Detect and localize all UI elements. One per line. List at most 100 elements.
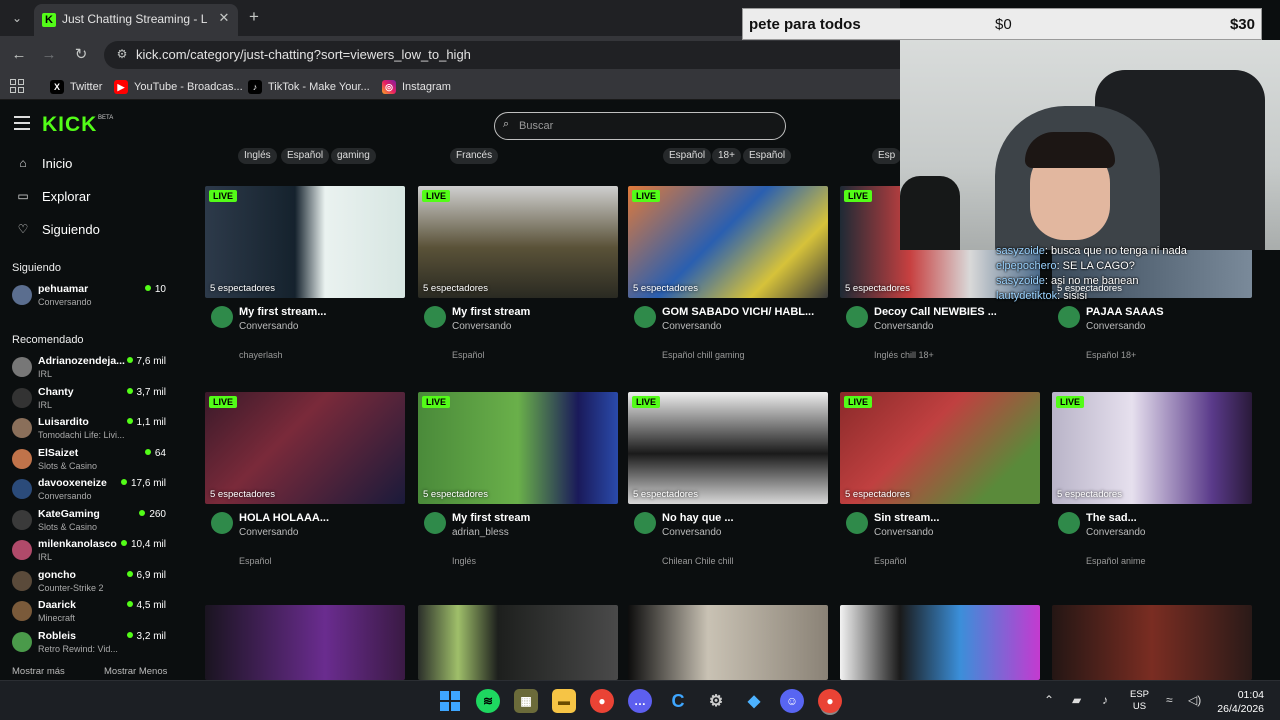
stream-tag[interactable]: Esp — [872, 148, 902, 164]
stream-category[interactable]: Conversando — [662, 527, 721, 538]
stream-title[interactable]: No hay que ... — [662, 512, 822, 524]
nav-explore[interactable]: ▭ Explorar — [16, 185, 90, 207]
stream-card[interactable]: LIVE 5 espectadores The sad... Conversando E… — [1052, 392, 1252, 582]
kick-logo[interactable]: KICK — [42, 113, 97, 137]
stream-thumbnail[interactable]: LIVE 5 espectadores — [418, 186, 618, 298]
avatar[interactable] — [846, 306, 868, 328]
search-input[interactable]: ⌕ Buscar — [494, 112, 786, 140]
stream-tag[interactable]: Español — [663, 148, 712, 164]
stream-card[interactable]: LIVE 5 espectadores My first stream... Conv… — [205, 186, 405, 376]
stream-category[interactable]: Conversando — [1086, 527, 1145, 538]
avatar[interactable] — [634, 306, 656, 328]
close-tab-icon[interactable]: ✕ — [216, 10, 232, 28]
stream-title[interactable]: My first stream — [452, 512, 612, 524]
sidebar-channel[interactable]: Chanty IRL 3,7 mil — [12, 384, 170, 412]
site-info-icon[interactable]: ⚙ — [114, 47, 130, 63]
sidebar-channel[interactable]: pehuamar Conversando 10 — [12, 281, 170, 309]
browser-tab[interactable]: K Just Chatting Streaming - Live S ✕ — [34, 4, 238, 36]
nav-following[interactable]: ♡ Siguiendo — [16, 218, 100, 240]
stream-title[interactable]: My first stream — [452, 306, 612, 318]
avatar[interactable] — [634, 512, 656, 534]
microphone-icon[interactable]: ♪ — [1102, 693, 1108, 707]
sidebar-channel[interactable]: milenkanolasco IRL 10,4 mil — [12, 536, 170, 564]
stream-thumbnail[interactable]: LIVE 5 espectadores — [205, 186, 405, 298]
stream-thumbnail[interactable]: LIVE 5 espectadores — [1052, 392, 1252, 504]
game-launcher-icon[interactable]: ▦ — [514, 689, 538, 713]
stream-thumbnail[interactable] — [205, 605, 405, 680]
stream-title[interactable]: Sin stream... — [874, 512, 1034, 524]
stream-tag[interactable]: Español — [281, 148, 330, 164]
bookmark-youtube[interactable]: ▶ YouTube - Broadcas... — [114, 78, 243, 96]
volume-icon[interactable]: ◁) — [1188, 693, 1201, 707]
stream-card[interactable]: LIVE 5 espectadores Sin stream... Conversan… — [840, 392, 1040, 582]
sidebar-channel[interactable]: ElSaizet Slots & Casino 64 — [12, 445, 170, 473]
stream-thumbnail[interactable] — [418, 605, 618, 680]
sidebar-channel[interactable]: Robleis Retro Rewind: Vid... 3,2 mil — [12, 628, 170, 656]
stream-thumbnail[interactable]: LIVE 5 espectadores — [628, 186, 828, 298]
forward-icon[interactable]: → — [38, 44, 60, 66]
avatar[interactable] — [424, 512, 446, 534]
stream-tag[interactable]: gaming — [331, 148, 376, 164]
stream-title[interactable]: GOM SABADO VICH/ HABL... — [662, 306, 822, 318]
file-explorer-icon[interactable]: ▬ — [552, 689, 576, 713]
sidebar-channel[interactable]: Daarick Minecraft 4,5 mil — [12, 597, 170, 625]
vpn-icon[interactable]: ◆ — [742, 689, 766, 713]
clock[interactable]: 01:04 26/4/2026 — [1212, 688, 1264, 716]
stream-category[interactable]: Conversando — [662, 321, 721, 332]
stream-category[interactable]: Conversando — [874, 321, 933, 332]
tray-overflow-icon[interactable]: ⌃ — [1044, 693, 1054, 707]
chat-app-icon[interactable]: … — [628, 689, 652, 713]
reload-icon[interactable]: ↻ — [70, 44, 92, 66]
stream-card[interactable]: LIVE 5 espectadores My first stream Convers… — [418, 186, 618, 376]
stream-tag[interactable]: Español — [743, 148, 792, 164]
stream-thumbnail[interactable] — [1052, 605, 1252, 680]
stream-thumbnail[interactable]: LIVE 5 espectadores — [840, 392, 1040, 504]
chrome-icon[interactable]: ● — [590, 689, 614, 713]
avatar[interactable] — [211, 306, 233, 328]
tab-search-icon[interactable]: ⌄ — [6, 8, 28, 28]
chrome-active-icon[interactable]: ● — [818, 689, 842, 713]
show-less-link[interactable]: Mostrar Menos — [104, 666, 167, 677]
stream-tag[interactable]: Francés — [450, 148, 499, 164]
bookmark-twitter[interactable]: X Twitter — [50, 78, 102, 96]
address-bar[interactable]: ⚙ kick.com/category/just-chatting?sort=v… — [104, 41, 900, 69]
settings-icon[interactable]: ⚙ — [704, 689, 728, 713]
stream-category[interactable]: Conversando — [239, 321, 298, 332]
wifi-icon[interactable]: ≈ — [1166, 693, 1173, 707]
windows-start-icon[interactable] — [438, 689, 462, 713]
spotify-icon[interactable]: ≋ — [476, 689, 500, 713]
new-tab-icon[interactable]: + — [246, 8, 262, 26]
refresh-app-icon[interactable]: C — [666, 689, 690, 713]
stream-card[interactable]: LIVE 5 espectadores HOLA HOLAAA... Conversa… — [205, 392, 405, 582]
stream-tag[interactable]: 18+ — [712, 148, 741, 164]
stream-card[interactable]: LIVE 5 espectadores No hay que ... Conversa… — [628, 392, 828, 582]
stream-category[interactable]: Conversando — [452, 321, 511, 332]
apps-grid-icon[interactable] — [10, 79, 24, 93]
stream-card[interactable]: LIVE 5 espectadores My first stream adrian_… — [418, 392, 618, 582]
avatar[interactable] — [846, 512, 868, 534]
stream-thumbnail[interactable]: LIVE 5 espectadores — [205, 392, 405, 504]
menu-icon[interactable] — [14, 116, 30, 130]
stream-title[interactable]: HOLA HOLAAA... — [239, 512, 399, 524]
stream-tag[interactable]: Inglés — [238, 148, 277, 164]
sidebar-channel[interactable]: goncho Counter-Strike 2 6,9 mil — [12, 567, 170, 595]
nav-home[interactable]: ⌂ Inicio — [16, 152, 72, 174]
stream-thumbnail[interactable] — [628, 605, 828, 680]
tray-app-icon[interactable]: ▰ — [1072, 693, 1081, 707]
avatar[interactable] — [211, 512, 233, 534]
stream-title[interactable]: My first stream... — [239, 306, 399, 318]
stream-category[interactable]: adrian_bless — [452, 527, 509, 538]
bookmark-instagram[interactable]: ◎ Instagram — [382, 78, 451, 96]
stream-thumbnail[interactable] — [840, 605, 1040, 680]
show-more-link[interactable]: Mostrar más — [12, 666, 65, 677]
sidebar-channel[interactable]: Luisardito Tomodachi Life: Livi... 1,1 mil — [12, 414, 170, 442]
sidebar-channel[interactable]: Adrianozendeja... IRL 7,6 mil — [12, 353, 170, 381]
avatar[interactable] — [1058, 512, 1080, 534]
avatar[interactable] — [424, 306, 446, 328]
stream-thumbnail[interactable]: LIVE 5 espectadores — [418, 392, 618, 504]
input-language[interactable]: ESP US — [1130, 689, 1149, 713]
stream-title[interactable]: The sad... — [1086, 512, 1246, 524]
stream-thumbnail[interactable]: LIVE 5 espectadores — [628, 392, 828, 504]
stream-category[interactable]: Conversando — [239, 527, 298, 538]
sidebar-channel[interactable]: davooxeneize Conversando 17,6 mil — [12, 475, 170, 503]
